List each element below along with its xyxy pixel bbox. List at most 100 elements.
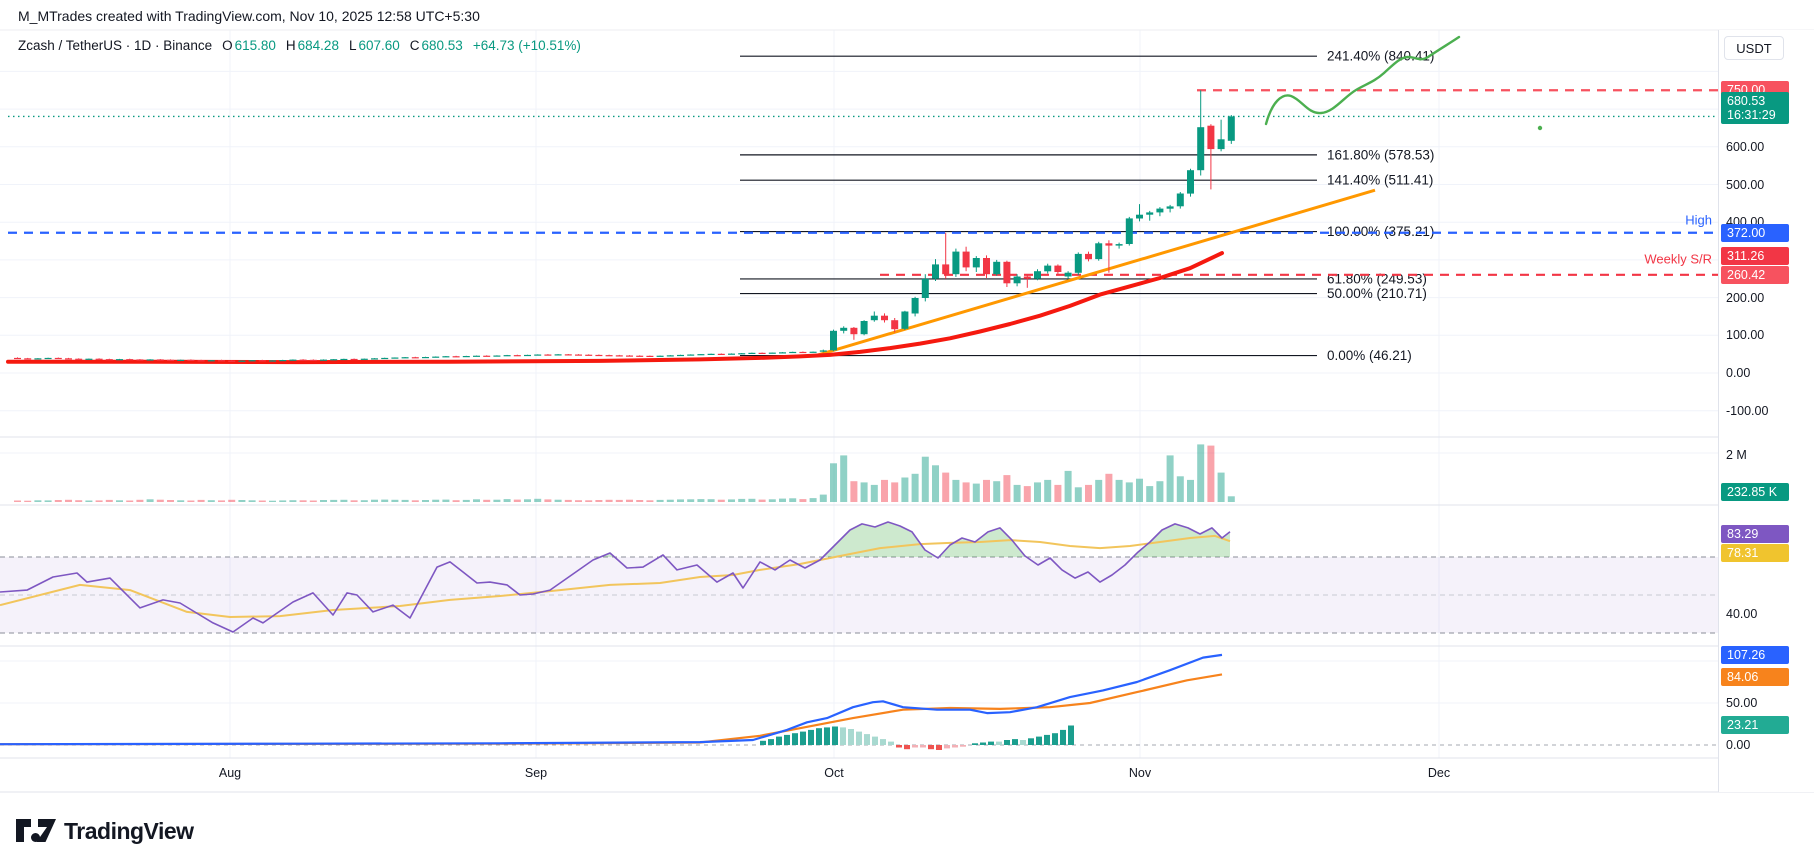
candle-body: [24, 358, 31, 359]
volume-bar: [1085, 485, 1092, 502]
oscillator-histogram-bar: [1028, 738, 1034, 745]
volume-bar: [534, 499, 541, 502]
candle-body: [565, 354, 572, 355]
volume-bar: [463, 500, 470, 502]
candle-body: [524, 355, 531, 356]
price-axis-label: 83.29: [1721, 525, 1789, 543]
fib-level-label[interactable]: 161.80% (578.53): [1327, 147, 1434, 162]
candle-body: [483, 356, 490, 357]
candle-body: [912, 298, 919, 314]
candle-body: [1105, 243, 1112, 245]
volume-bar: [1105, 474, 1112, 502]
candle-body: [810, 352, 817, 353]
candle-body: [106, 359, 113, 360]
oscillator-histogram-bar: [996, 742, 1002, 745]
candle-body: [208, 360, 215, 361]
volume-bar: [320, 500, 327, 502]
candle-body: [198, 360, 205, 361]
oscillator-histogram-bar: [1052, 733, 1058, 745]
volume-bar: [187, 501, 194, 503]
fib-level-label[interactable]: 50.00% (210.71): [1327, 286, 1427, 301]
fib-level-label[interactable]: 61.80% (249.53): [1327, 271, 1427, 286]
candle-body: [300, 360, 307, 361]
symbol-legend[interactable]: Zcash / TetherUS · 1D · BinanceO615.80H6…: [18, 38, 583, 53]
candle-body: [269, 360, 276, 361]
volume-bar: [340, 500, 347, 502]
price-axis-label: 680.5316:31:29: [1721, 92, 1789, 124]
fib-level-label[interactable]: 141.40% (511.41): [1327, 173, 1433, 188]
tradingview-logo[interactable]: TradingView: [16, 818, 194, 845]
volume-bar: [861, 482, 868, 502]
candle-body: [361, 359, 368, 360]
oscillator-histogram-bar: [872, 737, 878, 745]
oscillator-histogram-bar: [760, 741, 766, 745]
candle-body: [983, 258, 990, 274]
volume-bar: [106, 500, 113, 502]
candle-body: [952, 252, 959, 275]
change-value: +64.73 (+10.51%): [473, 38, 581, 53]
candle-body: [850, 328, 857, 334]
oscillator-histogram-bar: [792, 733, 798, 745]
volume-bar: [646, 500, 653, 502]
volume-bar: [381, 500, 388, 502]
volume-bar: [238, 500, 245, 502]
candle-body: [218, 360, 225, 361]
candle-body: [1197, 127, 1204, 170]
fib-level-label[interactable]: 241.40% (840.41): [1327, 49, 1434, 64]
candle-body: [371, 358, 378, 359]
fib-level-label[interactable]: 0.00% (46.21): [1327, 348, 1412, 363]
volume-bar: [167, 500, 174, 502]
volume-bar: [871, 485, 878, 502]
volume-bar: [75, 500, 82, 502]
volume-bar: [963, 482, 970, 502]
attribution-text: M_MTrades created with TradingView.com, …: [18, 8, 480, 24]
candle-body: [493, 356, 500, 357]
volume-bar: [402, 500, 409, 502]
chart-canvas[interactable]: 241.40% (840.41) 161.80% (578.53) 141.40% …: [0, 0, 1814, 867]
volume-bar: [667, 500, 674, 502]
volume-bar: [901, 478, 908, 503]
candle-body: [351, 359, 358, 360]
volume-bar: [626, 500, 633, 502]
candle-body: [279, 360, 286, 361]
volume-bar: [973, 484, 980, 502]
volume-bar: [65, 500, 72, 502]
candle-body: [463, 356, 470, 357]
fib-level-label[interactable]: 100.00% (375.21): [1327, 224, 1434, 239]
candle-body: [75, 359, 82, 360]
volume-bar: [116, 500, 123, 502]
oscillator-histogram-bar: [944, 745, 950, 748]
time-axis-label: Sep: [525, 766, 547, 780]
volume-bar: [289, 500, 296, 502]
oscillator-histogram-bar: [952, 745, 958, 748]
price-axis-label: 23.21: [1721, 716, 1789, 734]
volume-bar: [310, 501, 317, 503]
volume-bar: [249, 500, 256, 502]
volume-bar: [1034, 482, 1041, 502]
volume-bar: [14, 501, 21, 503]
candle-body: [1085, 254, 1092, 259]
price-axis-label: 84.06: [1721, 668, 1789, 686]
volume-bar: [493, 500, 500, 502]
time-axis-label: Dec: [1428, 766, 1450, 780]
candle-body: [534, 355, 541, 356]
volume-bar: [748, 499, 755, 502]
price-tick: 0.00: [1726, 366, 1750, 380]
price-axis-label: 78.31: [1721, 544, 1789, 562]
candle-body: [728, 354, 735, 355]
candle-body: [799, 352, 806, 353]
candle-body: [820, 350, 827, 351]
candle-body: [789, 352, 796, 353]
symbol-title[interactable]: Zcash / TetherUS · 1D · Binance: [18, 38, 212, 53]
price-tick: -100.00: [1726, 404, 1768, 418]
volume-bar: [922, 457, 929, 502]
price-tick: 200.00: [1726, 291, 1764, 305]
candle-body: [901, 312, 908, 329]
candle-body: [544, 355, 551, 356]
volume-bar: [218, 500, 225, 502]
oscillator-histogram-bar: [920, 745, 926, 748]
currency-button[interactable]: USDT: [1724, 36, 1784, 60]
candle-body: [646, 356, 653, 357]
countdown-timer: 16:31:29: [1727, 108, 1783, 122]
weekly-sr-label: Weekly S/R: [1644, 252, 1712, 267]
